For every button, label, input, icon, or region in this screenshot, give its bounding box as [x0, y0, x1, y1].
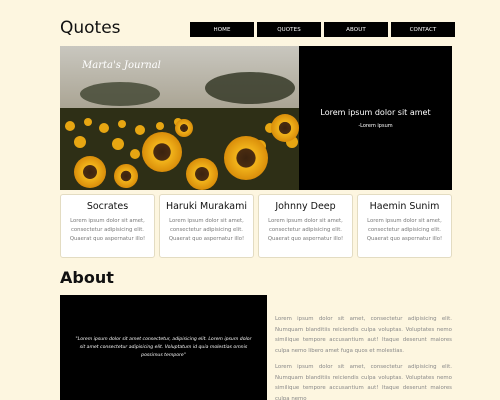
card-text: Lorem ipsum dolor sit amet, consectetur …	[267, 218, 344, 242]
card-text: Lorem ipsum dolor sit amet, consectetur …	[366, 218, 443, 242]
about-quote-box: "Lorem ipsum dolor sit amet consectetur,…	[60, 295, 267, 400]
card-text: Lorem ipsum dolor sit amet, consectetur …	[168, 218, 245, 242]
about-paragraph: Lorem ipsum dolor sit amet, consectetur …	[275, 364, 452, 400]
hero-subheading: -Lorem ipsum	[358, 122, 393, 129]
hero-caption-panel: Lorem ipsum dolor sit amet -Lorem ipsum	[299, 46, 452, 190]
hero-heading: Lorem ipsum dolor sit amet	[320, 107, 431, 117]
card-author: Johnny Deep	[275, 201, 336, 212]
sunflower-image: Marta's Journal	[60, 46, 299, 190]
card-text: Lorem ipsum dolor sit amet, consectetur …	[69, 218, 146, 242]
quote-card[interactable]: Socrates Lorem ipsum dolor sit amet, con…	[60, 194, 155, 258]
card-author: Haruki Murakami	[165, 201, 248, 212]
nav-about[interactable]: ABOUT	[324, 22, 388, 37]
nav-contact[interactable]: CONTACT	[391, 22, 455, 37]
about-text: Lorem ipsum dolor sit amet, consectetur …	[275, 314, 452, 400]
nav-home[interactable]: HOME	[190, 22, 254, 37]
nav-quotes[interactable]: QUOTES	[257, 22, 321, 37]
quote-card[interactable]: Haemin Sunim Lorem ipsum dolor sit amet,…	[357, 194, 452, 258]
site-title: Quotes	[60, 18, 121, 38]
about-paragraph: Lorem ipsum dolor sit amet, consectetur …	[275, 316, 452, 354]
hero-banner: Marta's Journal Lorem ipsum dolor sit am…	[60, 46, 452, 190]
about-heading: About	[60, 268, 114, 287]
quote-card[interactable]: Johnny Deep Lorem ipsum dolor sit amet, …	[258, 194, 353, 258]
card-author: Haemin Sunim	[369, 201, 440, 212]
main-nav: HOME QUOTES ABOUT CONTACT	[190, 22, 455, 37]
quote-card[interactable]: Haruki Murakami Lorem ipsum dolor sit am…	[159, 194, 254, 258]
quote-cards: Socrates Lorem ipsum dolor sit amet, con…	[60, 194, 452, 258]
about-quote: "Lorem ipsum dolor sit amet consectetur,…	[75, 336, 252, 358]
journal-logo: Marta's Journal	[82, 60, 161, 71]
card-author: Socrates	[86, 201, 129, 212]
